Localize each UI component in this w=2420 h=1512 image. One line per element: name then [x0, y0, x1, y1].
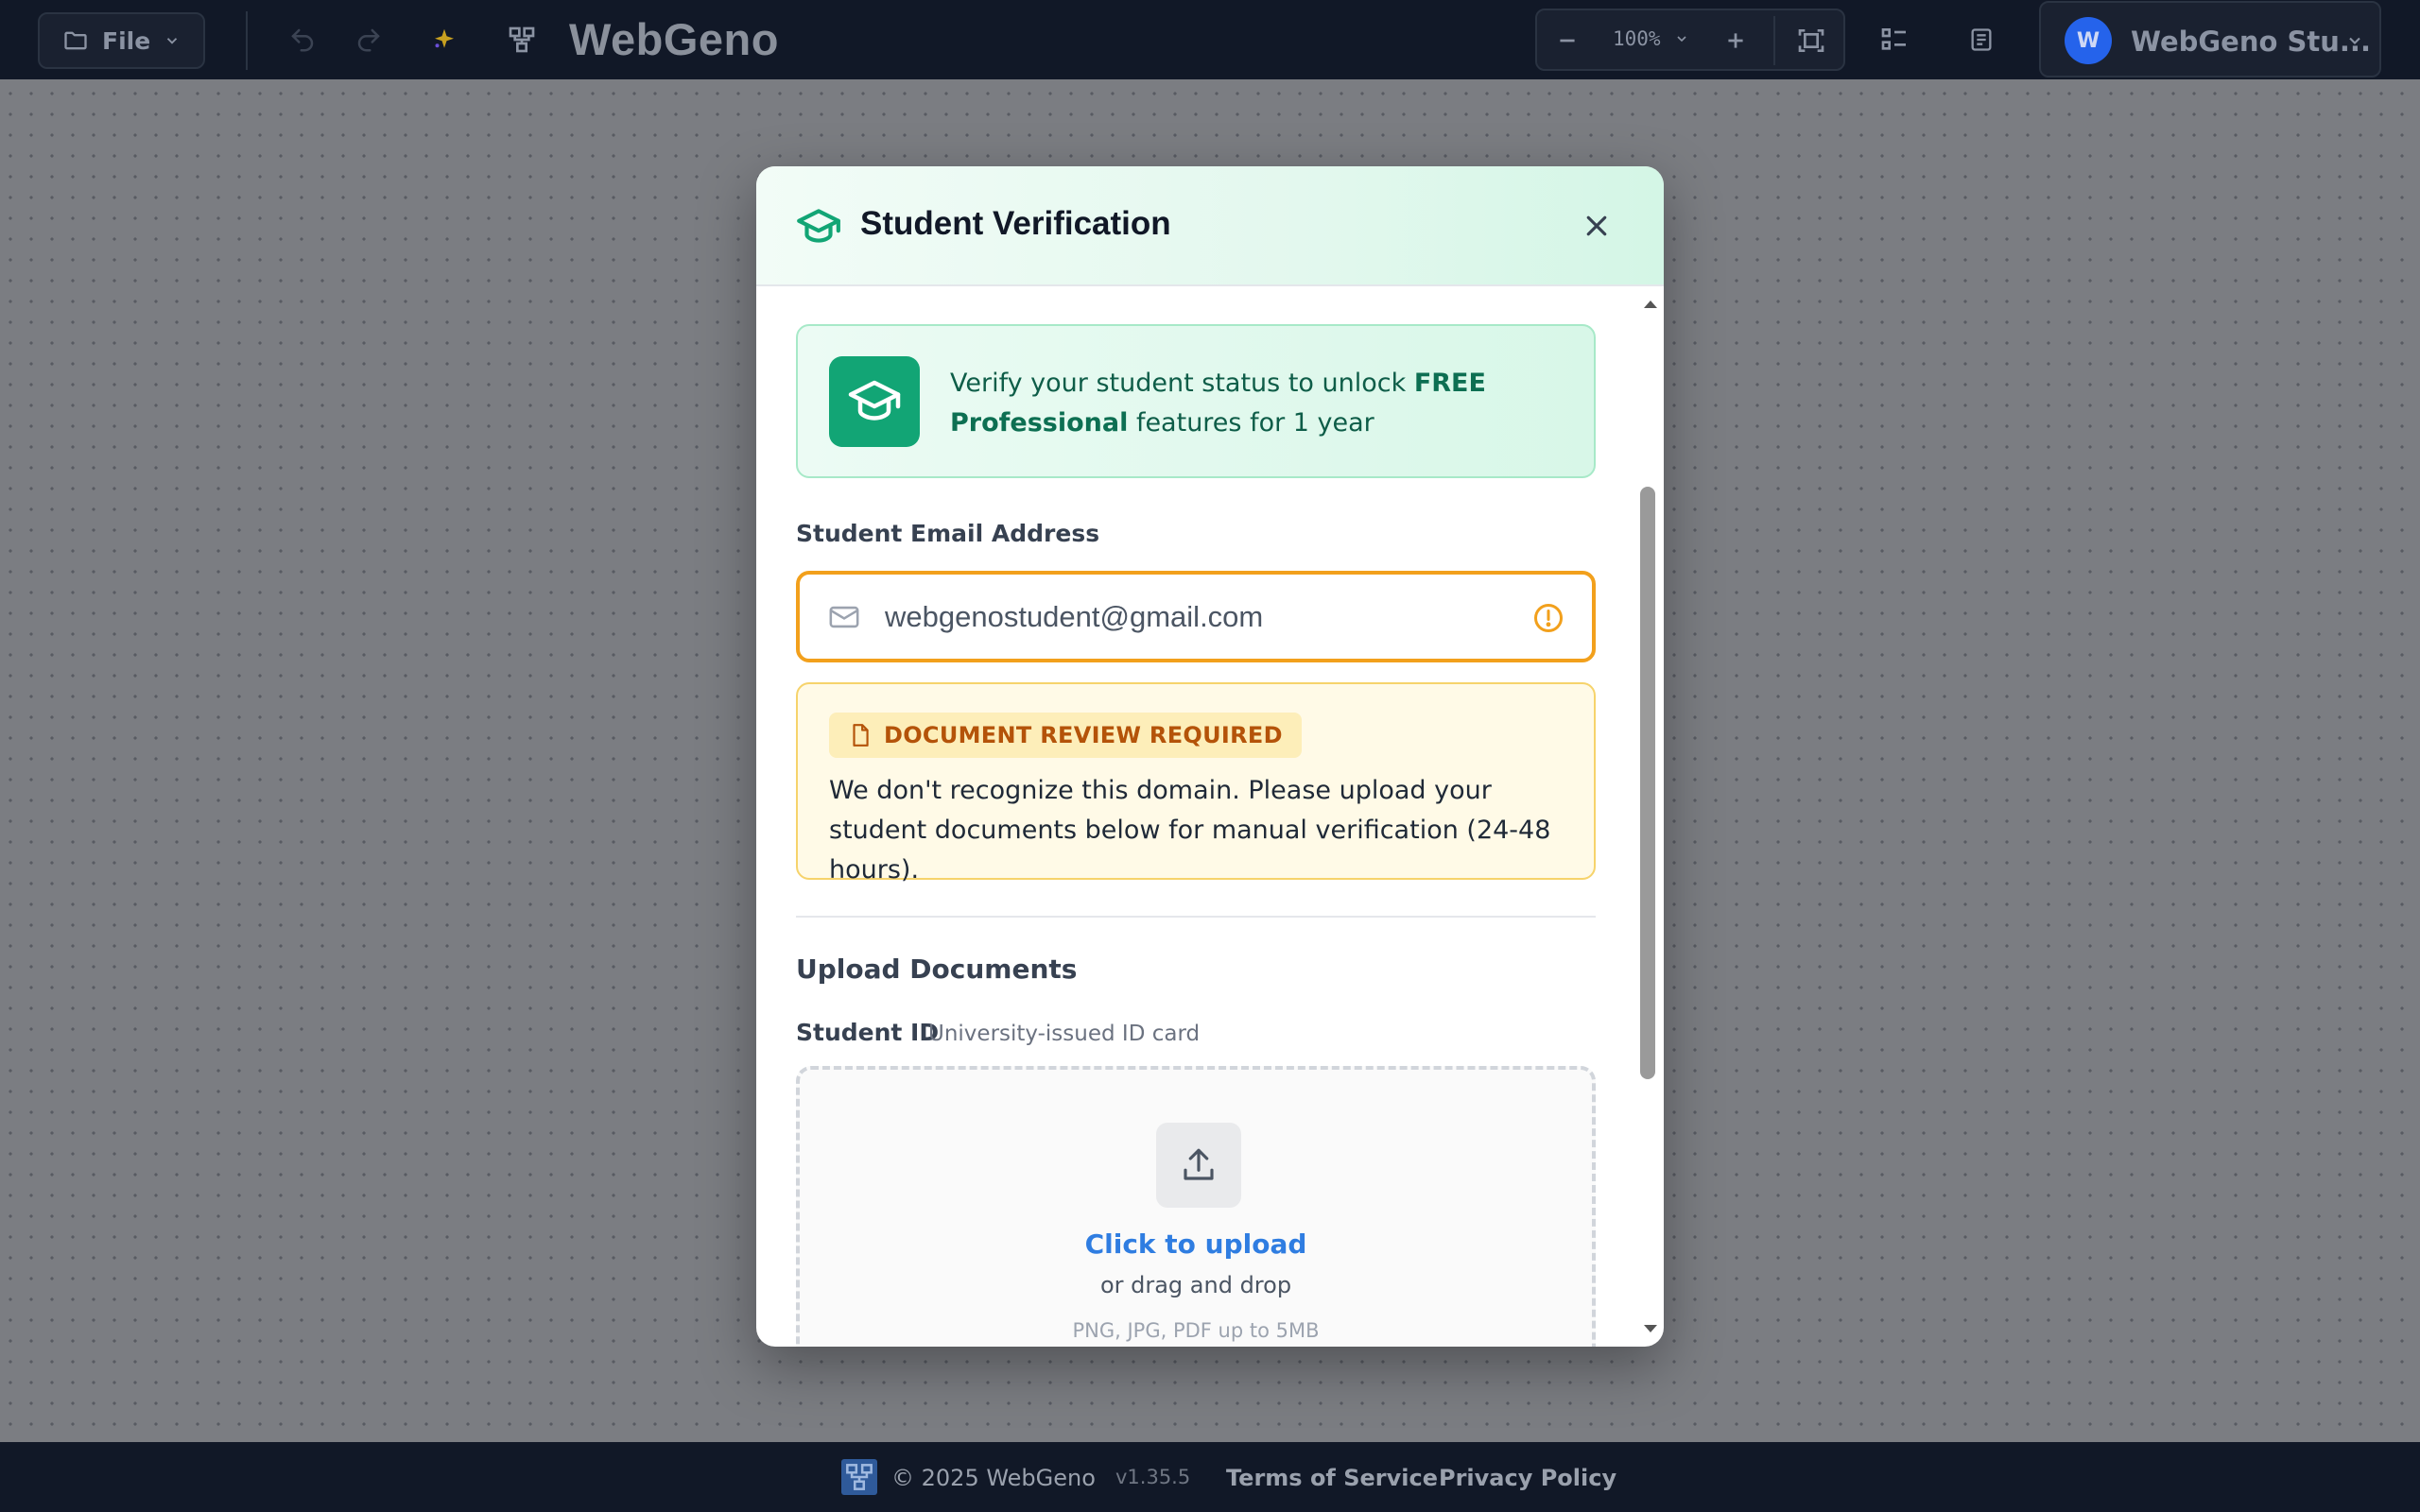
- student-id-hint: University-issued ID card: [928, 1022, 1201, 1046]
- top-toolbar: File WebGeno 100% W WebGeno Stu...: [0, 0, 2420, 79]
- close-button[interactable]: [1579, 208, 1615, 244]
- copyright: © 2025 WebGeno: [891, 1465, 1096, 1491]
- section-divider: [796, 916, 1596, 918]
- sparkle-icon: [435, 28, 454, 48]
- chevron-down-icon: [167, 38, 178, 44]
- app-version: v1.35.5: [1115, 1466, 1191, 1488]
- notes-panel-button[interactable]: [1962, 21, 2000, 59]
- redo-button[interactable]: [350, 21, 388, 59]
- review-message: We don't recognize this domain. Please u…: [829, 776, 1551, 885]
- upload-icon: [1184, 1148, 1214, 1180]
- diagram-icon: [509, 26, 535, 53]
- dialog-title: Student Verification: [860, 205, 1171, 242]
- account-menu-button[interactable]: W WebGeno Stu...: [2039, 1, 2381, 77]
- scroll-down-arrow-icon[interactable]: [1641, 1322, 1660, 1335]
- fit-screen-icon: [1798, 29, 1824, 52]
- scrollbar-thumb[interactable]: [1640, 487, 1655, 1079]
- app-logo-icon: [841, 1459, 877, 1495]
- layers-panel-button[interactable]: [1876, 21, 1913, 59]
- graduation-cap-icon: [797, 209, 840, 243]
- fit-screen-button[interactable]: [1792, 22, 1830, 60]
- undo-button[interactable]: [284, 21, 321, 59]
- mail-icon: [829, 606, 859, 628]
- email-input[interactable]: [885, 595, 1490, 639]
- footer: © 2025 WebGeno v1.35.5 Terms of Service …: [0, 1442, 2420, 1512]
- toolbar-divider: [246, 11, 248, 70]
- zoom-level[interactable]: 100%: [1613, 27, 1661, 50]
- file-menu-button[interactable]: File: [38, 12, 205, 69]
- click-to-upload-link[interactable]: Click to upload: [800, 1228, 1592, 1260]
- dialog-body[interactable]: Verify your student status to unlock FRE…: [756, 288, 1664, 1347]
- plus-icon: [1728, 33, 1743, 48]
- minus-icon: [1560, 39, 1575, 43]
- warning-circle-icon: [1534, 604, 1563, 632]
- document-review-notice: DOCUMENT REVIEW REQUIRED We don't recogn…: [796, 682, 1596, 885]
- zoom-divider: [1773, 16, 1775, 65]
- benefit-text-after: features for 1 year: [1128, 408, 1374, 438]
- account-name: WebGeno Stu...: [2131, 26, 2371, 58]
- email-field[interactable]: [796, 571, 1596, 662]
- zoom-controls: 100%: [1535, 9, 1845, 71]
- close-icon: [1586, 215, 1607, 236]
- student-benefit-banner: Verify your student status to unlock FRE…: [796, 324, 1596, 478]
- diagram-button[interactable]: [503, 21, 541, 59]
- undo-icon: [291, 28, 314, 52]
- email-field-label: Student Email Address: [796, 520, 1100, 547]
- file-type-hint: PNG, JPG, PDF up to 5MB: [1072, 1319, 1320, 1342]
- drag-drop-hint: or drag and drop: [1099, 1272, 1292, 1298]
- dialog-header: Student Verification: [756, 166, 1664, 286]
- document-icon: [1971, 28, 1992, 51]
- review-badge-label: DOCUMENT REVIEW REQUIRED: [884, 722, 1283, 748]
- chevron-down-icon: [2349, 37, 2360, 44]
- graduation-cap-icon: [848, 380, 901, 421]
- review-required-badge: DOCUMENT REVIEW REQUIRED: [829, 713, 1302, 758]
- file-icon: [853, 724, 869, 747]
- scroll-up-arrow-icon[interactable]: [1641, 298, 1660, 311]
- benefit-message: Verify your student status to unlock FRE…: [950, 364, 1536, 443]
- graduation-cap-badge: [829, 356, 920, 447]
- folder-icon: [64, 31, 87, 50]
- student-verification-dialog: Student Verification Verify your student…: [756, 166, 1664, 1347]
- upload-icon-container: [1156, 1123, 1241, 1208]
- file-menu-label: File: [102, 26, 151, 55]
- terms-link[interactable]: Terms of Service: [1226, 1465, 1438, 1491]
- student-id-dropzone[interactable]: Click to upload or drag and drop PNG, JP…: [796, 1066, 1596, 1347]
- privacy-link[interactable]: Privacy Policy: [1439, 1465, 1616, 1491]
- upload-section-title: Upload Documents: [796, 954, 1078, 985]
- redo-icon: [357, 28, 380, 52]
- list-icon: [1881, 28, 1906, 50]
- app-brand: WebGeno: [569, 14, 779, 64]
- chevron-down-icon: [1677, 36, 1686, 43]
- avatar: W: [2065, 17, 2112, 64]
- ai-assist-button[interactable]: [425, 21, 463, 59]
- benefit-text-before: Verify your student status to unlock: [950, 369, 1414, 398]
- zoom-out-button[interactable]: [1548, 22, 1586, 60]
- zoom-in-button[interactable]: [1717, 22, 1754, 60]
- student-id-label: Student ID: [796, 1019, 940, 1046]
